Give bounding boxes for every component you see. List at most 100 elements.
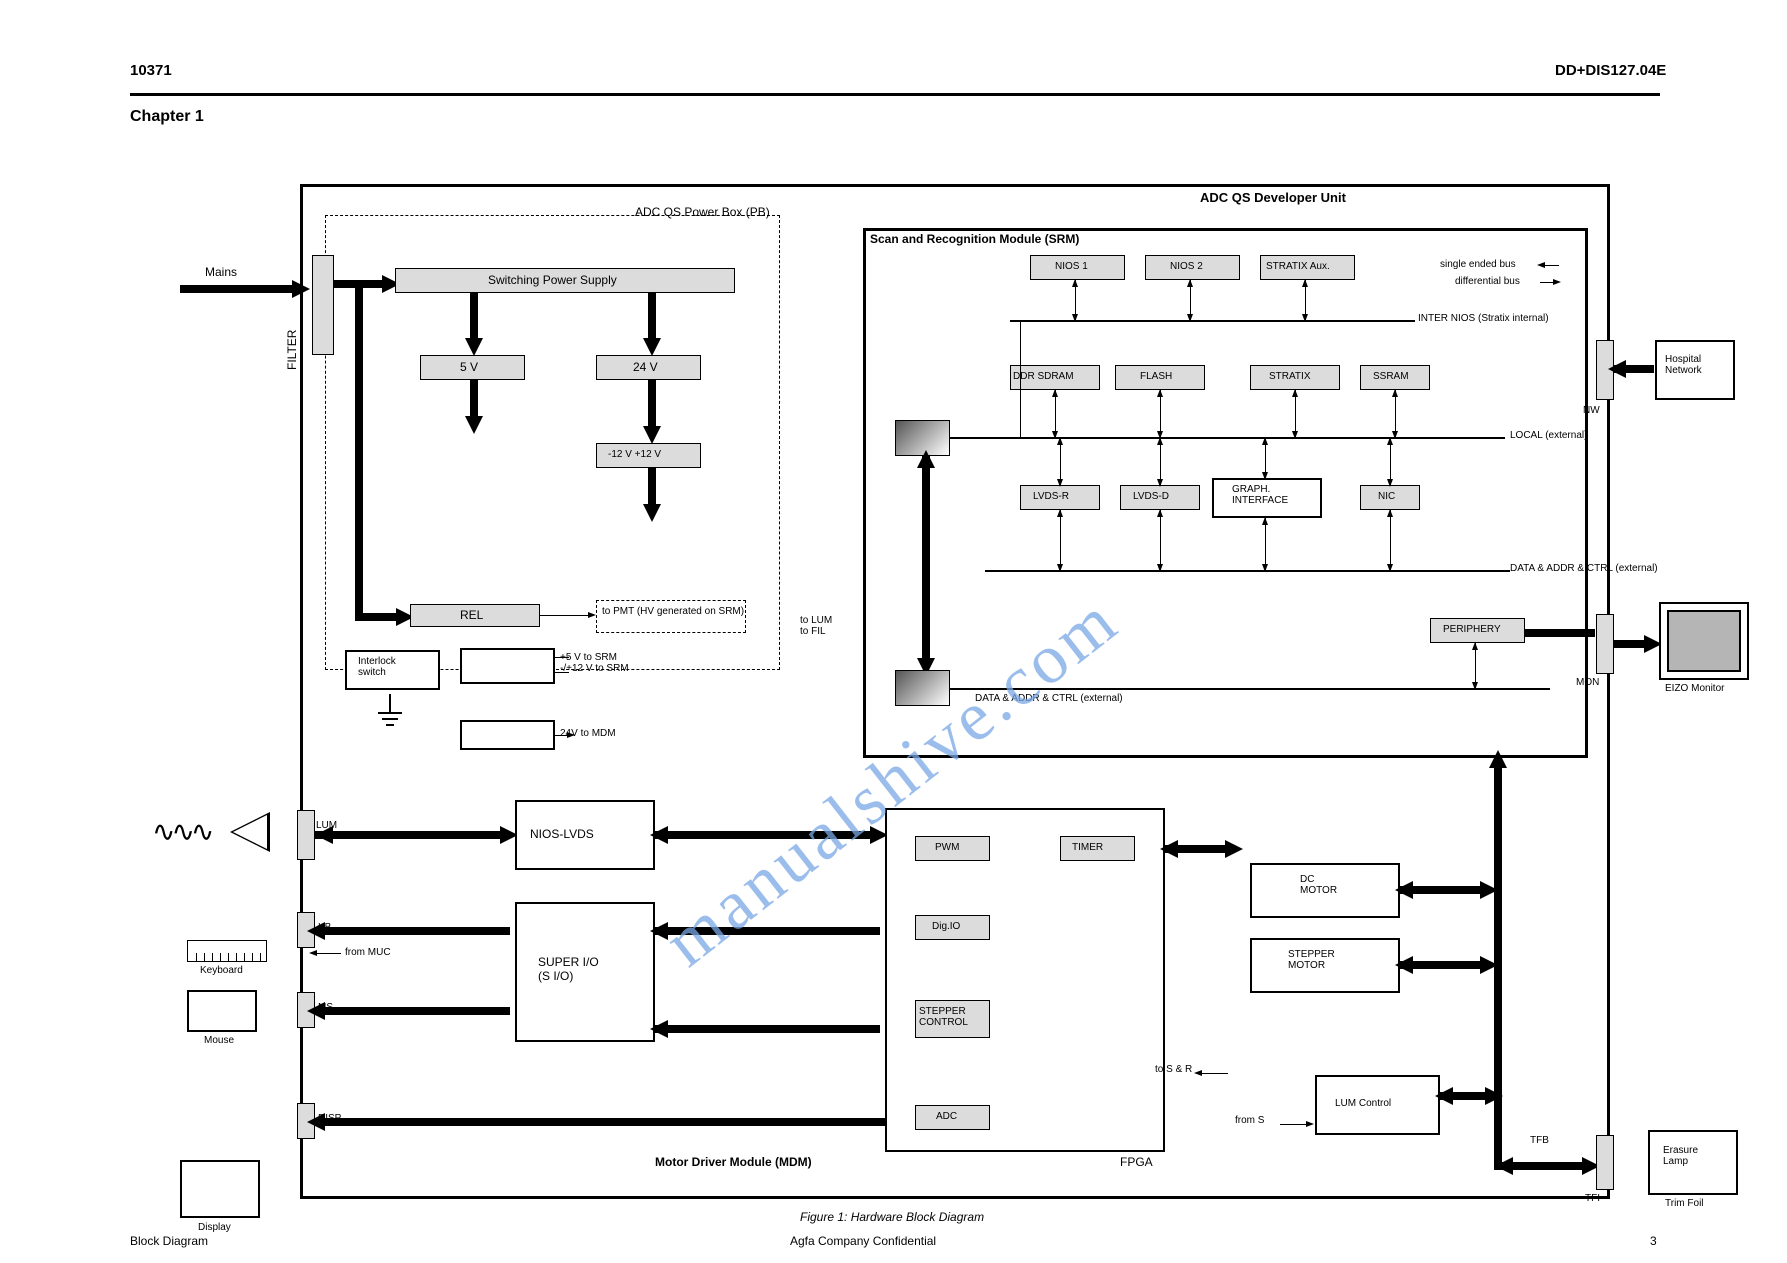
nios2-label: NIOS 2 xyxy=(1170,261,1203,272)
mouse-label: Mouse xyxy=(204,1035,234,1046)
erasure-lamp-label: Erasure Lamp xyxy=(1663,1145,1698,1167)
lum-to-nios-line xyxy=(315,831,510,839)
lvdsr-label: LVDS-R xyxy=(1033,491,1069,502)
kb-from-muc-label: from MUC xyxy=(345,947,391,958)
lum-control-label: LUM Control xyxy=(1335,1098,1391,1109)
nios1-label: NIOS 1 xyxy=(1055,261,1088,272)
developer-unit-title: ADC QS Developer Unit xyxy=(1200,190,1346,205)
legend-diff-line xyxy=(1540,282,1554,283)
rel-to-pmt-head xyxy=(588,612,596,618)
bus-data4 xyxy=(950,688,1550,690)
fpga-adc-label: ADC xyxy=(936,1111,957,1122)
v12-label: -12 V +12 V xyxy=(608,449,661,460)
mon-connector xyxy=(1596,614,1614,674)
footer-figure: Figure 1: Hardware Block Diagram xyxy=(800,1210,984,1224)
disp-to-fpga-line xyxy=(315,1118,885,1126)
tfi-label: TFI xyxy=(1585,1193,1600,1204)
legend-single-label: single ended bus xyxy=(1440,259,1516,270)
horn-icon xyxy=(230,812,270,852)
legend-single-head xyxy=(1537,262,1545,268)
kb-from-muc-line xyxy=(315,953,341,954)
mouse-icon-box xyxy=(187,990,257,1032)
v12-down-head xyxy=(643,504,661,522)
legend-diff-head xyxy=(1553,279,1561,285)
bus-inter-nios xyxy=(1010,320,1415,322)
mains-arrow-line xyxy=(180,285,300,293)
srm-title: Scan and Recognition Module (SRM) xyxy=(870,232,1079,246)
header-left: 10371 xyxy=(130,62,172,79)
dc-to-bus-line xyxy=(1400,886,1490,894)
nic-label: NIC xyxy=(1378,491,1395,502)
nios-to-fpga-line xyxy=(655,831,880,839)
legend-diff-label: differential bus xyxy=(1455,276,1520,287)
bus4-label: DATA & ADDR & CTRL (external) xyxy=(975,693,1123,704)
bus2-label: LOCAL (external) xyxy=(1510,430,1587,441)
fpga-timer-label: TIMER xyxy=(1072,842,1103,853)
trimfoil-label: Trim Foil xyxy=(1665,1198,1704,1209)
sps-to-24v-head xyxy=(643,338,661,356)
lvdsd-label: LVDS-D xyxy=(1133,491,1169,502)
fpga-dio-label: Dig.IO xyxy=(932,921,960,932)
fpga-label: FPGA xyxy=(1120,1155,1153,1169)
ddr-label: DDR SDRAM xyxy=(1013,371,1074,382)
header-rule xyxy=(130,93,1660,96)
gradient-box-2 xyxy=(895,670,950,706)
erasure-tfb-label: TFB xyxy=(1530,1135,1549,1146)
fpga-step-label: STEPPER CONTROL xyxy=(919,1006,968,1028)
sps-to-5v-head xyxy=(465,338,483,356)
power-box-label: ADC QS Power Box (PB) xyxy=(635,205,770,219)
rel-to-pmt-line xyxy=(540,615,590,616)
mains-arrow-head xyxy=(292,280,310,298)
to-lum-label: to LUM to FIL xyxy=(800,615,832,637)
interlock-label: Interlock switch xyxy=(358,656,396,678)
to-srm-arrow1-line xyxy=(555,657,569,658)
to-srm-arrow2-line xyxy=(555,672,569,673)
display-icon-box xyxy=(180,1160,260,1218)
nw-arrow-head xyxy=(1608,360,1626,378)
filter-label: FILTER xyxy=(285,330,299,370)
v5-label: 5 V xyxy=(460,360,478,374)
mon-label: MON xyxy=(1576,677,1599,688)
pmt-note-label: to PMT (HV generated on SRM) xyxy=(602,606,744,617)
sine-icon: ∿∿∿ xyxy=(152,815,210,848)
mains-label: Mains xyxy=(205,265,237,279)
v24-down-line xyxy=(648,380,656,430)
hospital-label: Hospital Network xyxy=(1665,354,1702,376)
v24-down-head xyxy=(643,426,661,444)
right-vbus-main xyxy=(1494,760,1502,1170)
page-root: 10371 DD+DIS127.04E Chapter 1 ADC QS Dev… xyxy=(0,0,1787,1263)
bus3-label: DATA & ADDR & CTRL (external) xyxy=(1510,563,1658,574)
keyboard-label: Keyboard xyxy=(200,965,243,976)
v12-down-line xyxy=(648,468,656,508)
bus-data3 xyxy=(985,570,1510,572)
filter-box xyxy=(312,255,334,355)
right-vbus-head-up xyxy=(1489,750,1507,768)
super-io-label: SUPER I/O (S I/O) xyxy=(538,955,599,983)
to-srm-box xyxy=(460,648,555,684)
fpga-pwm-label: PWM xyxy=(935,842,959,853)
display-label: Display xyxy=(198,1222,231,1233)
kb-from-muc-head xyxy=(309,950,317,956)
sps-label: Switching Power Supply xyxy=(488,273,617,287)
bus-local xyxy=(950,437,1505,439)
sio-to-fpga-line-1 xyxy=(655,927,880,935)
rel-label: REL xyxy=(460,608,483,622)
tfi-connector xyxy=(1596,1135,1614,1190)
monitor-screen xyxy=(1659,602,1749,680)
stratix-label: STRATIX xyxy=(1269,371,1310,382)
sps-to-24v-line xyxy=(648,293,656,343)
periphery-label: PERIPHERY xyxy=(1443,624,1501,635)
header-right: DD+DIS127.04E xyxy=(1555,62,1666,79)
ssram-label: SSRAM xyxy=(1373,371,1409,382)
aux-label: STRATIX Aux. xyxy=(1266,261,1330,272)
footer-company: Agfa Company Confidential xyxy=(790,1234,936,1248)
nios-lvds-label: NIOS-LVDS xyxy=(530,827,594,841)
v5-down-head xyxy=(465,416,483,434)
legend-single-line xyxy=(1545,265,1559,266)
v24-label: 24 V xyxy=(633,360,658,374)
mon-arrow-line-l xyxy=(1525,629,1595,637)
dc-motor-label: DC MOTOR xyxy=(1300,874,1337,896)
section-title: Chapter 1 xyxy=(130,108,204,126)
to-s-r-label: to S & R xyxy=(1155,1064,1192,1075)
lum-connector xyxy=(297,810,315,860)
